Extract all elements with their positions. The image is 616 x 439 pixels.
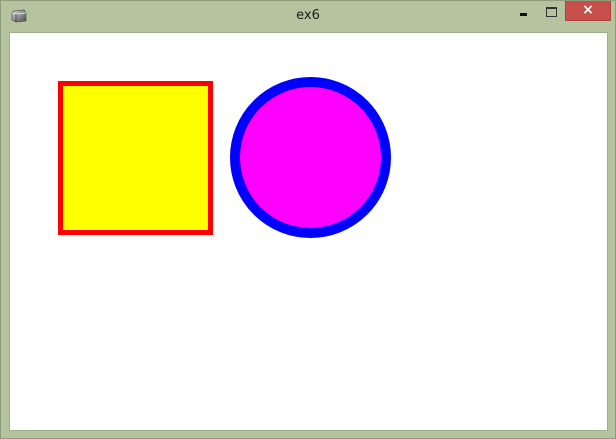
drawing-canvas [9, 32, 608, 431]
minimize-button[interactable] [511, 1, 537, 21]
yellow-square [58, 81, 213, 235]
magenta-circle [230, 77, 391, 238]
maximize-button[interactable] [538, 1, 564, 21]
close-button[interactable]: × [565, 1, 611, 21]
app-window: ex6 × [0, 0, 616, 439]
minimize-icon [520, 13, 527, 16]
close-icon: × [582, 2, 594, 18]
title-bar[interactable]: ex6 × [1, 1, 615, 31]
maximize-icon [546, 7, 557, 17]
